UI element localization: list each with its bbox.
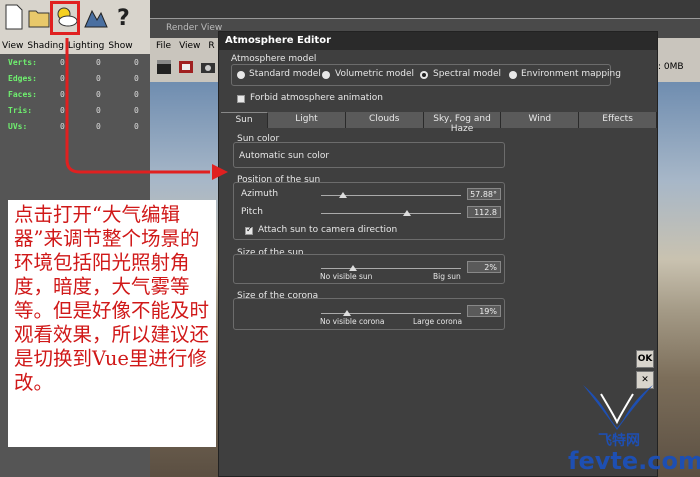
watermark-url: fevte.com (568, 447, 700, 475)
annotation-note: 点击打开“大气编辑器”来调节整个场景的环境包括阳光照射角度，暗度，大气雾等等。但… (8, 200, 216, 447)
